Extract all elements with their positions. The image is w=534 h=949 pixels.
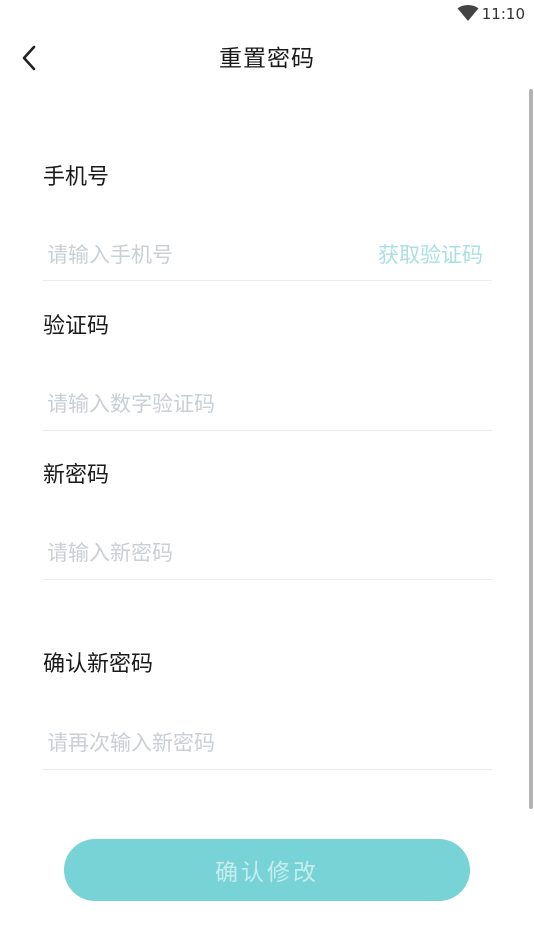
phone-label: 手机号 xyxy=(43,165,110,190)
page-title: 重置密码 xyxy=(219,46,315,72)
wifi-icon xyxy=(457,5,479,21)
new-password-input[interactable] xyxy=(47,538,477,568)
header: 重置密码 xyxy=(0,28,534,88)
get-code-button[interactable]: 获取验证码 xyxy=(378,241,483,269)
phone-input[interactable] xyxy=(47,240,347,270)
code-divider xyxy=(42,430,492,431)
phone-divider xyxy=(42,280,492,281)
code-label: 验证码 xyxy=(43,314,110,339)
confirm-password-label: 确认新密码 xyxy=(43,652,154,677)
scrollbar[interactable] xyxy=(529,89,533,809)
confirm-password-divider xyxy=(42,769,492,770)
status-bar: 11:10 xyxy=(0,0,534,28)
confirm-change-button[interactable]: 确认修改 xyxy=(64,839,470,901)
new-password-label: 新密码 xyxy=(43,463,110,488)
code-input[interactable] xyxy=(47,389,477,419)
confirm-password-input[interactable] xyxy=(47,728,477,758)
reset-password-screen: 11:10 重置密码 手机号 获取验证码 验证码 新密码 确认新密码 确认修改 xyxy=(0,0,534,949)
new-password-divider xyxy=(42,579,492,580)
status-time: 11:10 xyxy=(481,5,525,23)
